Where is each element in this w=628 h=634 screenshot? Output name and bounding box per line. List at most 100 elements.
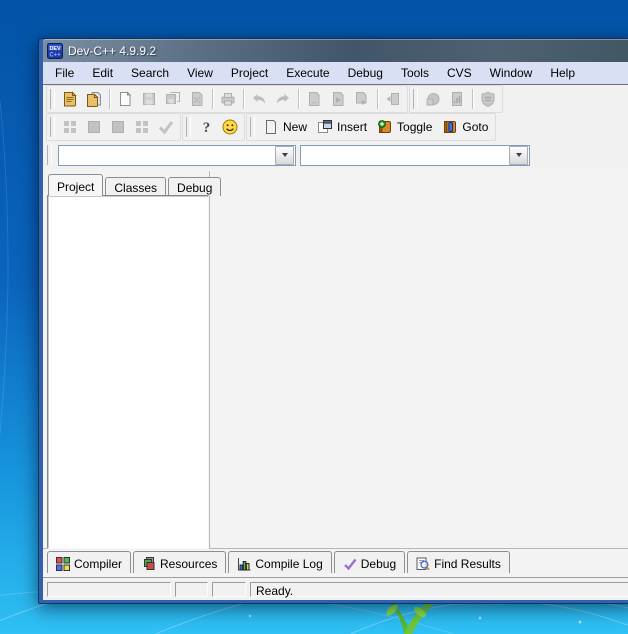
toolbar-band-file bbox=[46, 85, 408, 113]
devcpp-window: DEV C++ Dev-C++ 4.9.9.2 File Edit Search… bbox=[38, 38, 628, 604]
goto-bookmark-button[interactable]: Goto bbox=[437, 115, 493, 139]
debug-run-button[interactable] bbox=[421, 87, 445, 111]
menubar: File Edit Search View Project Execute De… bbox=[43, 62, 628, 85]
toolbar-separator bbox=[298, 89, 299, 109]
menu-cvs[interactable]: CVS bbox=[438, 63, 481, 83]
undo-button[interactable] bbox=[247, 87, 271, 111]
new-file-label: New bbox=[283, 120, 307, 134]
compiler-icon bbox=[56, 557, 70, 571]
chevron-down-icon bbox=[282, 153, 288, 157]
open-button[interactable] bbox=[82, 87, 106, 111]
save-button[interactable] bbox=[137, 87, 161, 111]
menu-edit[interactable]: Edit bbox=[83, 63, 122, 83]
toolbar-band-debug bbox=[409, 85, 503, 113]
toolbar-band-bookmarks: New Insert bbox=[246, 113, 496, 141]
chevron-down-icon bbox=[516, 153, 522, 157]
class-combobox[interactable] bbox=[300, 145, 530, 166]
toolbar-gripper[interactable] bbox=[47, 145, 52, 165]
toggle-bookmark-button[interactable]: Toggle bbox=[372, 115, 437, 139]
run-button[interactable] bbox=[326, 87, 350, 111]
tab-debug-report-label: Debug bbox=[361, 557, 396, 571]
statusbar-pane-3 bbox=[212, 582, 246, 597]
menu-execute[interactable]: Execute bbox=[277, 63, 338, 83]
help-button[interactable]: ? bbox=[194, 115, 218, 139]
new-file-button[interactable]: New bbox=[258, 115, 312, 139]
menu-project[interactable]: Project bbox=[222, 63, 277, 83]
toolbar-gripper[interactable] bbox=[186, 117, 191, 137]
tab-classes[interactable]: Classes bbox=[105, 177, 166, 196]
program-reset-button[interactable] bbox=[476, 87, 500, 111]
compiler-combobox-dropdown-button[interactable] bbox=[275, 146, 294, 165]
run-icon bbox=[329, 90, 347, 108]
svg-text:C++: C++ bbox=[49, 52, 61, 58]
check-syntax-button[interactable] bbox=[154, 115, 178, 139]
remove-from-project-icon bbox=[109, 118, 127, 136]
rebuild-all-icon bbox=[384, 90, 402, 108]
tab-resources[interactable]: Resources bbox=[133, 551, 226, 573]
new-project-button[interactable] bbox=[58, 87, 82, 111]
toolbar-separator bbox=[212, 89, 213, 109]
save-icon bbox=[140, 90, 158, 108]
close-file-button[interactable] bbox=[185, 87, 209, 111]
desktop: DEV C++ Dev-C++ 4.9.9.2 File Edit Search… bbox=[0, 0, 628, 634]
project-options-icon bbox=[133, 118, 151, 136]
menu-tools[interactable]: Tools bbox=[392, 63, 438, 83]
remove-from-project-button[interactable] bbox=[106, 115, 130, 139]
toolbar-gripper[interactable] bbox=[413, 89, 418, 109]
vertical-splitter[interactable] bbox=[209, 171, 210, 548]
save-all-button[interactable] bbox=[161, 87, 185, 111]
toolbar-band-help: ? bbox=[182, 113, 245, 141]
toolbar-separator bbox=[377, 89, 378, 109]
tab-compiler[interactable]: Compiler bbox=[47, 551, 131, 573]
debug-run-icon bbox=[424, 90, 442, 108]
client-area: Project Classes Debug bbox=[43, 169, 628, 600]
left-panel-tabs: Project Classes Debug bbox=[48, 174, 223, 196]
rebuild-all-button[interactable] bbox=[381, 87, 405, 111]
compile-button[interactable] bbox=[302, 87, 326, 111]
profile-button[interactable] bbox=[445, 87, 469, 111]
insert-snippet-button[interactable]: Insert bbox=[312, 115, 372, 139]
titlebar[interactable]: DEV C++ Dev-C++ 4.9.9.2 bbox=[43, 39, 628, 62]
toolbar-gripper[interactable] bbox=[250, 117, 255, 137]
debug-check-icon bbox=[343, 557, 357, 571]
add-to-project-icon bbox=[85, 118, 103, 136]
print-button[interactable] bbox=[216, 87, 240, 111]
window-content: File Edit Search View Project Execute De… bbox=[43, 62, 628, 596]
toolbar-gripper[interactable] bbox=[50, 89, 55, 109]
tab-debug[interactable]: Debug bbox=[168, 177, 221, 196]
tab-classes-label: Classes bbox=[114, 181, 157, 195]
tab-compile-log[interactable]: Compile Log bbox=[228, 551, 331, 573]
tab-compile-log-label: Compile Log bbox=[255, 557, 322, 571]
tab-project[interactable]: Project bbox=[48, 174, 103, 196]
toolbar-combos-row bbox=[43, 141, 628, 169]
menu-window[interactable]: Window bbox=[481, 63, 542, 83]
svg-text:DEV: DEV bbox=[49, 46, 60, 52]
project-options-button[interactable] bbox=[130, 115, 154, 139]
goto-bookmark-label: Goto bbox=[462, 120, 488, 134]
toolbar-gripper[interactable] bbox=[50, 117, 55, 137]
compiler-combobox[interactable] bbox=[58, 145, 296, 166]
menu-view[interactable]: View bbox=[178, 63, 222, 83]
menu-debug[interactable]: Debug bbox=[339, 63, 392, 83]
insert-snippet-icon bbox=[317, 119, 333, 135]
open-icon bbox=[85, 90, 103, 108]
menu-help[interactable]: Help bbox=[541, 63, 584, 83]
resources-icon bbox=[142, 557, 156, 571]
new-file-icon bbox=[263, 119, 279, 135]
svg-text:?: ? bbox=[203, 120, 211, 136]
project-tree-panel[interactable] bbox=[47, 195, 209, 549]
menu-file[interactable]: File bbox=[46, 63, 83, 83]
tab-debug-report[interactable]: Debug bbox=[334, 551, 405, 573]
new-unit-button[interactable] bbox=[58, 115, 82, 139]
window-title: Dev-C++ 4.9.9.2 bbox=[68, 44, 156, 58]
tab-find-results[interactable]: Find Results bbox=[407, 551, 510, 573]
undo-icon bbox=[250, 90, 268, 108]
add-to-project-button[interactable] bbox=[82, 115, 106, 139]
about-button[interactable] bbox=[218, 115, 242, 139]
program-reset-icon bbox=[479, 90, 497, 108]
class-combobox-dropdown-button[interactable] bbox=[509, 146, 528, 165]
new-source-file-button[interactable] bbox=[113, 87, 137, 111]
menu-search[interactable]: Search bbox=[122, 63, 178, 83]
compile-and-run-button[interactable] bbox=[350, 87, 374, 111]
redo-button[interactable] bbox=[271, 87, 295, 111]
